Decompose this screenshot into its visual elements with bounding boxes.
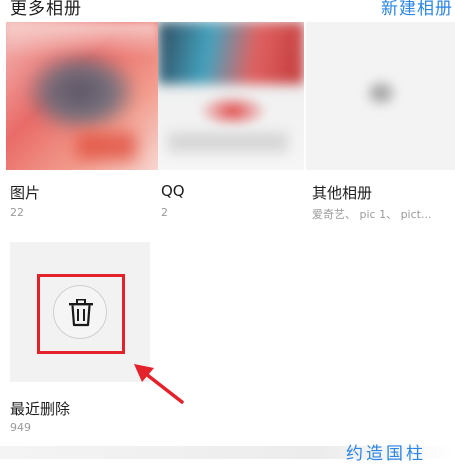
album-name-qq: QQ	[161, 182, 185, 200]
highlight-box	[37, 274, 125, 354]
album-count-other: 爱奇艺、 pic 1、 pict...	[312, 208, 432, 221]
album-thumbnail-pictures[interactable]	[6, 22, 158, 170]
album-name-other: 其他相册	[312, 184, 373, 202]
album-thumbnail-other[interactable]	[306, 22, 455, 170]
section-title: 更多相册	[10, 0, 82, 19]
new-album-button[interactable]: 新建相册	[381, 0, 453, 19]
album-count-qq: 2	[161, 206, 168, 219]
bottom-partial-link[interactable]: 约造国柱	[346, 446, 426, 463]
annotation-arrow-icon	[134, 364, 184, 404]
album-name-recently-deleted: 最近删除	[10, 400, 71, 418]
album-count-pictures: 22	[10, 206, 24, 219]
album-name-pictures: 图片	[10, 184, 41, 202]
section-header: 更多相册 新建相册	[0, 0, 455, 22]
album-count-recently-deleted: 949	[10, 421, 31, 434]
album-thumbnail-qq[interactable]	[158, 22, 304, 170]
